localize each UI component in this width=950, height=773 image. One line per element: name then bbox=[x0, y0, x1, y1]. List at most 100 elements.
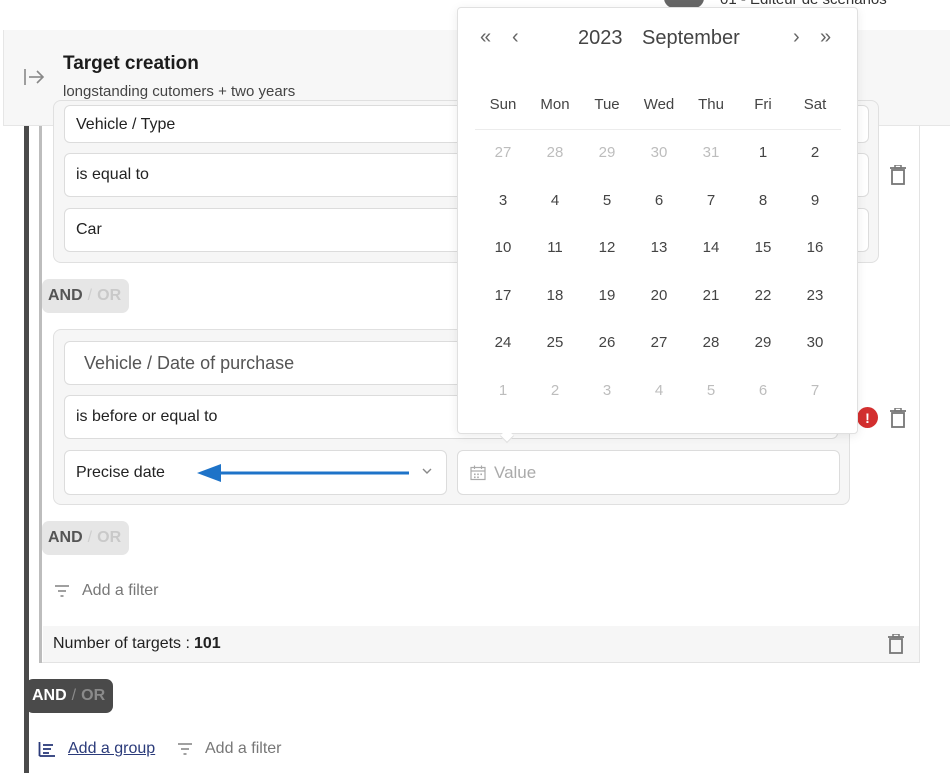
operator-label: is equal to bbox=[76, 166, 149, 183]
calendar-day-other-month[interactable]: 5 bbox=[691, 382, 731, 399]
targets-count-bar: Number of targets : 101 bbox=[43, 626, 919, 662]
filter-icon bbox=[178, 743, 192, 755]
calendar-day[interactable]: 21 bbox=[691, 287, 731, 304]
weekday-label: Thu bbox=[698, 96, 724, 113]
add-group-button[interactable]: Add a group bbox=[38, 740, 155, 758]
calendar-day[interactable]: 16 bbox=[795, 239, 835, 256]
calendar-day[interactable]: 3 bbox=[483, 192, 523, 209]
calendar-year[interactable]: 2023 bbox=[578, 27, 623, 50]
weekday-label: Fri bbox=[754, 96, 772, 113]
collapse-panel-icon[interactable] bbox=[24, 67, 46, 87]
calendar-day[interactable]: 28 bbox=[691, 334, 731, 351]
error-icon: ! bbox=[857, 407, 878, 428]
calendar-day[interactable]: 19 bbox=[587, 287, 627, 304]
calendar-day-other-month[interactable]: 1 bbox=[483, 382, 523, 399]
date-picker-popup: « ‹ 2023 September › » Sun Mon Tue Wed Thu Fr… bbox=[457, 7, 859, 444]
and-option[interactable]: AND bbox=[48, 529, 83, 547]
date-mode-label: Precise date bbox=[76, 463, 165, 481]
field-label: Vehicle / Type bbox=[76, 116, 176, 133]
calendar-day[interactable]: 2 bbox=[795, 144, 835, 161]
page-title: Target creation bbox=[63, 53, 199, 74]
outer-group-rail bbox=[24, 126, 29, 773]
page-subtitle: longstanding cutomers + two years bbox=[63, 83, 296, 100]
or-option[interactable]: OR bbox=[81, 687, 105, 705]
calendar-day[interactable]: 7 bbox=[691, 192, 731, 209]
prev-year-button[interactable]: « bbox=[480, 26, 491, 49]
calendar-day-other-month[interactable]: 31 bbox=[691, 144, 731, 161]
operator-label: is before or equal to bbox=[76, 408, 218, 425]
weekday-label: Sun bbox=[489, 96, 517, 113]
calendar-day[interactable]: 1 bbox=[743, 144, 783, 161]
calendar-day[interactable]: 25 bbox=[535, 334, 575, 351]
or-option[interactable]: OR bbox=[97, 529, 121, 547]
calendar-day-other-month[interactable]: 6 bbox=[743, 382, 783, 399]
calendar-day[interactable]: 12 bbox=[587, 239, 627, 256]
weekday-label: Tue bbox=[594, 96, 620, 113]
and-or-separator: / bbox=[87, 287, 93, 304]
add-filter-button[interactable]: Add a filter bbox=[54, 582, 158, 600]
calendar-day[interactable]: 29 bbox=[743, 334, 783, 351]
calendar-month[interactable]: September bbox=[642, 27, 740, 50]
calendar-day-other-month[interactable]: 4 bbox=[639, 382, 679, 399]
weekday-label: Wed bbox=[643, 96, 675, 113]
add-filter-label: Add a filter bbox=[82, 582, 159, 599]
trash-icon[interactable] bbox=[890, 408, 906, 428]
calendar-day[interactable]: 11 bbox=[535, 239, 575, 256]
calendar-header: « ‹ 2023 September › » bbox=[458, 26, 859, 56]
calendar-day[interactable]: 9 bbox=[795, 192, 835, 209]
trash-icon[interactable] bbox=[890, 165, 906, 185]
calendar-day[interactable]: 20 bbox=[639, 287, 679, 304]
calendar-day-other-month[interactable]: 28 bbox=[535, 144, 575, 161]
calendar-day[interactable]: 15 bbox=[743, 239, 783, 256]
value-label: Car bbox=[76, 221, 102, 238]
trash-icon[interactable] bbox=[888, 634, 904, 654]
calendar-day[interactable]: 30 bbox=[795, 334, 835, 351]
and-option[interactable]: AND bbox=[32, 687, 67, 705]
and-or-separator: / bbox=[87, 529, 93, 546]
calendar-day[interactable]: 8 bbox=[743, 192, 783, 209]
calendar-day[interactable]: 27 bbox=[639, 334, 679, 351]
calendar-day[interactable]: 18 bbox=[535, 287, 575, 304]
and-or-toggle[interactable]: AND / OR bbox=[42, 279, 130, 313]
weekday-label: Sat bbox=[803, 96, 827, 113]
calendar-day[interactable]: 4 bbox=[535, 192, 575, 209]
calendar-day-other-month[interactable]: 29 bbox=[587, 144, 627, 161]
calendar-day-other-month[interactable]: 27 bbox=[483, 144, 523, 161]
prev-month-button[interactable]: ‹ bbox=[512, 26, 519, 49]
calendar-day[interactable]: 24 bbox=[483, 334, 523, 351]
next-month-button[interactable]: › bbox=[793, 26, 800, 49]
pointer-arrow-annotation bbox=[197, 464, 409, 482]
calendar-day[interactable]: 5 bbox=[587, 192, 627, 209]
calendar-icon bbox=[470, 465, 486, 480]
targets-label: Number of targets : bbox=[53, 635, 190, 652]
calendar-day[interactable]: 13 bbox=[639, 239, 679, 256]
calendar-divider bbox=[475, 129, 841, 130]
and-or-toggle-outer[interactable]: AND / OR bbox=[26, 679, 114, 713]
calendar-day-other-month[interactable]: 3 bbox=[587, 382, 627, 399]
weekday-label: Mon bbox=[540, 96, 570, 113]
add-group-icon bbox=[38, 742, 55, 757]
chevron-down-icon bbox=[422, 468, 432, 474]
add-filter-button-footer[interactable]: Add a filter bbox=[177, 740, 281, 758]
and-or-toggle[interactable]: AND / OR bbox=[42, 521, 130, 555]
targets-count: 101 bbox=[193, 635, 221, 652]
or-option[interactable]: OR bbox=[97, 287, 121, 305]
calendar-day[interactable]: 22 bbox=[743, 287, 783, 304]
calendar-day[interactable]: 26 bbox=[587, 334, 627, 351]
next-year-button[interactable]: » bbox=[820, 26, 831, 49]
calendar-day-other-month[interactable]: 30 bbox=[639, 144, 679, 161]
and-or-separator: / bbox=[71, 687, 77, 704]
calendar-day-other-month[interactable]: 7 bbox=[795, 382, 835, 399]
calendar-day-other-month[interactable]: 2 bbox=[535, 382, 575, 399]
calendar-day[interactable]: 17 bbox=[483, 287, 523, 304]
add-filter-label: Add a filter bbox=[205, 740, 282, 757]
calendar-day[interactable]: 6 bbox=[639, 192, 679, 209]
add-group-label: Add a group bbox=[68, 740, 156, 757]
and-option[interactable]: AND bbox=[48, 287, 83, 305]
date-value-input[interactable]: Value bbox=[457, 450, 840, 495]
calendar-day[interactable]: 14 bbox=[691, 239, 731, 256]
calendar-day[interactable]: 10 bbox=[483, 239, 523, 256]
field-label: Vehicle / Date of purchase bbox=[84, 352, 295, 373]
calendar-day[interactable]: 23 bbox=[795, 287, 835, 304]
filter-icon bbox=[55, 585, 69, 597]
